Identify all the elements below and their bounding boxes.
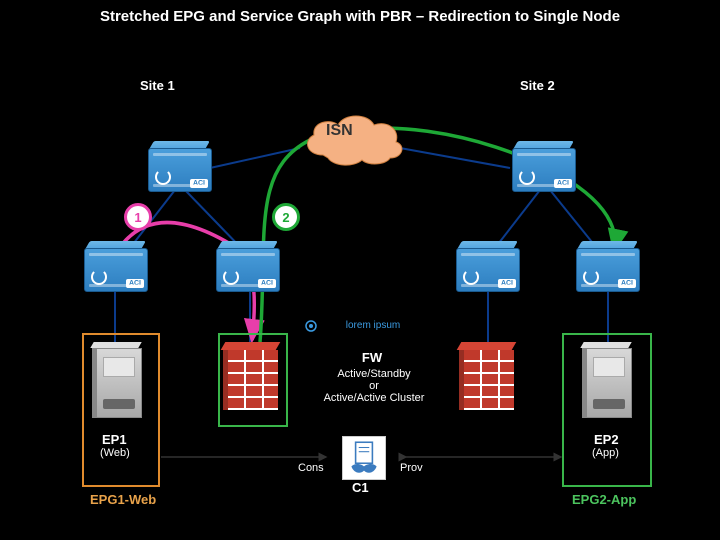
isn-cloud: [298, 110, 408, 170]
leaf-switch-site1-b: ACI: [216, 248, 278, 290]
spine-switch-site2: ACI: [512, 148, 574, 190]
contract-cons: Cons: [298, 462, 324, 474]
ep1-sub: (Web): [100, 447, 130, 459]
contract-label: C1: [352, 480, 369, 495]
step-1-badge: 1: [124, 203, 152, 231]
spine-switch-site1: ACI: [148, 148, 210, 190]
site-2-label: Site 2: [520, 78, 555, 93]
fw-label: FW: [322, 350, 422, 365]
leaf-switch-site1-a: ACI: [84, 248, 146, 290]
link-icon: [304, 319, 318, 333]
firewall-site1: [228, 350, 278, 410]
step-2-badge: 2: [272, 203, 300, 231]
ep2-title: EP2: [594, 432, 619, 447]
leaf-switch-site2-b: ACI: [576, 248, 638, 290]
stretched-link[interactable]: lorem ipsum: [318, 320, 428, 331]
ep2-sub: (App): [592, 447, 619, 459]
diagram-title: Stretched EPG and Service Graph with PBR…: [60, 8, 660, 25]
contract-prov: Prov: [400, 462, 423, 474]
ep1-title: EP1: [102, 432, 127, 447]
epg-app-label: EPG2-App: [572, 492, 636, 507]
firewall-site2: [464, 350, 514, 410]
server-ep2: [586, 348, 630, 416]
fw-note: Active/Standby or Active/Active Cluster: [304, 368, 444, 404]
isn-label: ISN: [326, 122, 353, 140]
site-1-label: Site 1: [140, 78, 175, 93]
contract-icon: [342, 436, 386, 480]
server-ep1: [96, 348, 140, 416]
epg-web-label: EPG1-Web: [90, 492, 156, 507]
leaf-switch-site2-a: ACI: [456, 248, 518, 290]
